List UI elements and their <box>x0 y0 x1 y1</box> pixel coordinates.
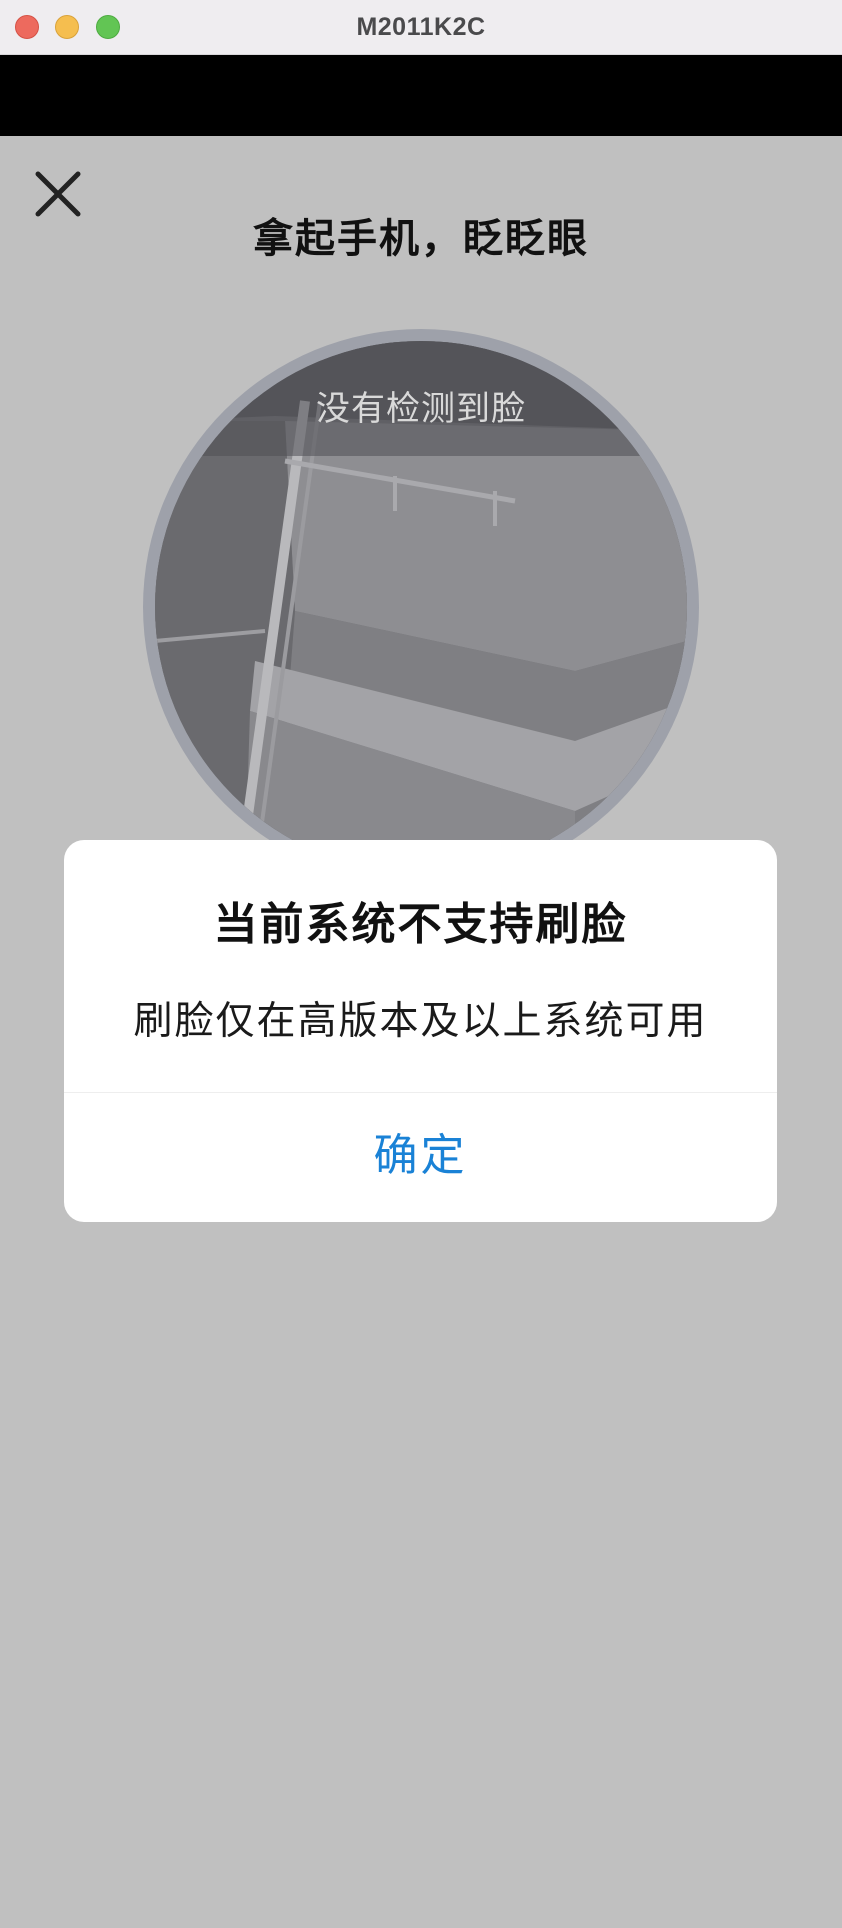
face-verify-screen: 拿起手机，眨眨眼 没有检测到脸 当前系统不支持刷脸 刷脸仅在高版本及以上系统可用… <box>0 136 842 1928</box>
face-detect-status: 没有检测到脸 <box>316 389 526 429</box>
camera-ring: 没有检测到脸 <box>143 329 699 885</box>
dialog-message: 刷脸仅在高版本及以上系统可用 <box>133 999 708 1044</box>
window-title: M2011K2C <box>356 13 486 41</box>
status-bar <box>0 55 842 136</box>
camera-preview: 没有检测到脸 <box>155 341 687 873</box>
prompt-title: 拿起手机，眨眨眼 <box>253 216 589 262</box>
confirm-button[interactable]: 确定 <box>64 1093 777 1222</box>
unsupported-dialog: 当前系统不支持刷脸 刷脸仅在高版本及以上系统可用 确定 <box>64 840 777 1222</box>
window-titlebar: M2011K2C <box>0 0 842 55</box>
dialog-title: 当前系统不支持刷脸 <box>213 899 628 950</box>
